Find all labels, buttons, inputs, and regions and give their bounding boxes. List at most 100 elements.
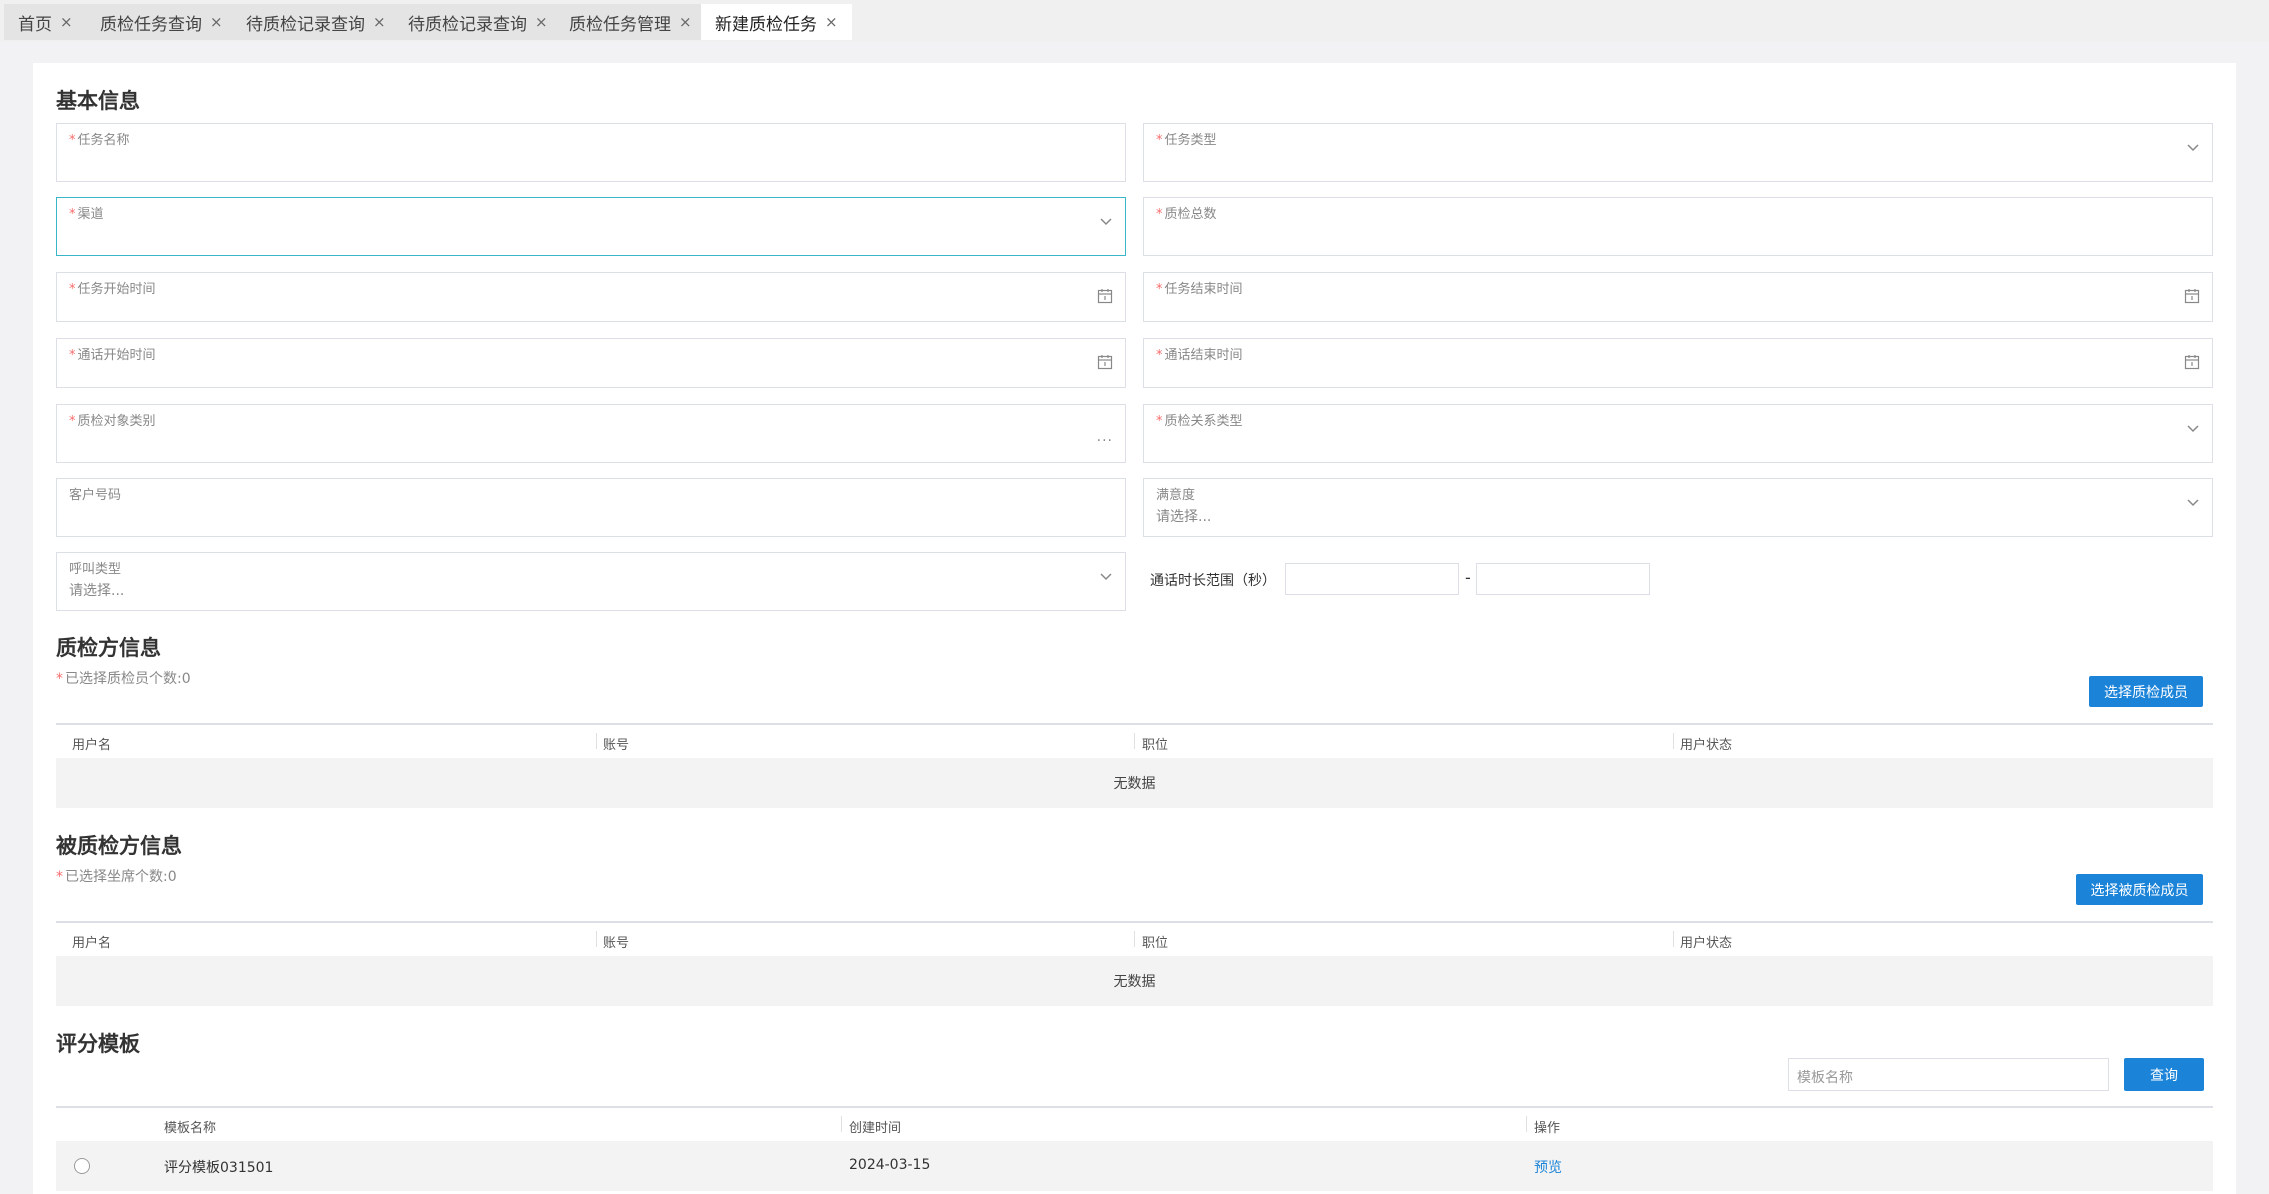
- chevron-down-icon: [2186, 420, 2200, 439]
- radio-icon[interactable]: [74, 1158, 90, 1174]
- tab-label: 首页: [18, 14, 52, 35]
- task-type-label: 任务类型: [1164, 133, 1217, 148]
- main-panel: 基本信息 * 任务名称 * 任务类型 * 渠道 * 质检总数 * 任务开始时间 * 任务结束…: [33, 63, 2236, 1194]
- more-icon[interactable]: ...: [1097, 429, 1113, 445]
- inspected-info-title: 被质检方信息: [56, 834, 182, 858]
- required-mark: *: [56, 671, 63, 687]
- required-mark: *: [1156, 282, 1163, 297]
- required-mark: *: [1156, 207, 1163, 222]
- call-type-placeholder: 请选择...: [69, 583, 125, 599]
- tab-pending-records-2[interactable]: 待质检记录查询 ×: [394, 4, 562, 40]
- object-type-label: 质检对象类别: [77, 414, 156, 429]
- call-end-date-field[interactable]: * 通话结束时间: [1143, 338, 2213, 388]
- tab-new-task[interactable]: 新建质检任务 ×: [701, 4, 852, 40]
- duration-min-input[interactable]: [1285, 563, 1459, 595]
- task-end-label: 任务结束时间: [1164, 282, 1243, 297]
- task-start-date-field[interactable]: * 任务开始时间: [56, 272, 1126, 322]
- chevron-down-icon: [1099, 213, 1113, 232]
- task-name-field[interactable]: * 任务名称: [56, 123, 1126, 182]
- required-mark: *: [1156, 414, 1163, 429]
- inspected-empty-row: 无数据: [56, 956, 2213, 1006]
- duration-max-input[interactable]: [1476, 563, 1650, 595]
- required-mark: *: [69, 348, 76, 363]
- close-icon[interactable]: ×: [210, 13, 223, 31]
- column-header: 用户状态: [1680, 738, 1733, 753]
- select-inspected-button[interactable]: 选择被质检成员: [2076, 874, 2203, 905]
- column-header: 用户状态: [1680, 936, 1733, 951]
- template-table-header: 模板名称 创建时间 操作: [56, 1106, 2213, 1139]
- object-type-field[interactable]: * 质检对象类别 ...: [56, 404, 1126, 463]
- relation-type-select[interactable]: * 质检关系类型: [1143, 404, 2213, 463]
- calendar-icon[interactable]: [2184, 354, 2200, 374]
- table-row[interactable]: 评分模板031501 2024-03-15 预览: [56, 1141, 2213, 1191]
- required-mark: *: [69, 414, 76, 429]
- preview-link[interactable]: 预览: [1534, 1157, 1562, 1177]
- close-icon[interactable]: ×: [825, 13, 838, 31]
- select-inspector-button[interactable]: 选择质检成员: [2089, 676, 2203, 707]
- column-header: 职位: [1142, 738, 1169, 753]
- call-type-select[interactable]: 呼叫类型 请选择...: [56, 552, 1126, 611]
- satisfaction-placeholder: 请选择...: [1156, 509, 1212, 525]
- relation-type-label: 质检关系类型: [1164, 414, 1243, 429]
- column-header: 操作: [1534, 1121, 1561, 1136]
- calendar-icon[interactable]: [2184, 288, 2200, 308]
- chevron-down-icon: [2186, 494, 2200, 513]
- required-mark: *: [56, 869, 63, 885]
- qc-total-label: 质检总数: [1164, 207, 1217, 222]
- template-search-placeholder: 模板名称: [1797, 1070, 1853, 1086]
- tab-task-management[interactable]: 质检任务管理 ×: [555, 4, 706, 40]
- calendar-icon[interactable]: [1097, 354, 1113, 374]
- inspected-table-header: 用户名 账号 职位 用户状态: [56, 921, 2213, 954]
- search-button[interactable]: 查询: [2124, 1058, 2204, 1091]
- tab-home[interactable]: 首页 ×: [4, 4, 87, 40]
- template-name-cell: 评分模板031501: [164, 1160, 274, 1176]
- close-icon[interactable]: ×: [679, 13, 692, 31]
- created-time-cell: 2024-03-15: [849, 1157, 931, 1173]
- task-end-date-field[interactable]: * 任务结束时间: [1143, 272, 2213, 322]
- customer-number-label: 客户号码: [69, 488, 122, 503]
- required-mark: *: [1156, 133, 1163, 148]
- tab-bar: 首页 × 质检任务查询 × 待质检记录查询 × 待质检记录查询 × 质检任务管理 × 新建…: [0, 0, 2269, 42]
- channel-label: 渠道: [77, 207, 104, 222]
- required-mark: *: [69, 207, 76, 222]
- close-icon[interactable]: ×: [60, 13, 73, 31]
- inspector-table-header: 用户名 账号 职位 用户状态: [56, 723, 2213, 756]
- satisfaction-select[interactable]: 满意度 请选择...: [1143, 478, 2213, 537]
- duration-range-label: 通话时长范围（秒）: [1150, 573, 1276, 589]
- basic-info-title: 基本信息: [56, 89, 140, 113]
- column-header: 账号: [603, 738, 630, 753]
- qc-total-field[interactable]: * 质检总数: [1143, 197, 2213, 256]
- inspector-empty-row: 无数据: [56, 758, 2213, 808]
- column-header: 用户名: [72, 738, 112, 753]
- tab-label: 待质检记录查询: [408, 14, 527, 35]
- template-search-input[interactable]: 模板名称: [1788, 1058, 2109, 1091]
- task-start-label: 任务开始时间: [77, 282, 156, 297]
- call-start-date-field[interactable]: * 通话开始时间: [56, 338, 1126, 388]
- required-mark: *: [1156, 348, 1163, 363]
- call-type-label: 呼叫类型: [69, 562, 122, 577]
- tab-label: 待质检记录查询: [246, 14, 365, 35]
- calendar-icon[interactable]: [1097, 288, 1113, 308]
- close-icon[interactable]: ×: [373, 13, 386, 31]
- task-type-select[interactable]: * 任务类型: [1143, 123, 2213, 182]
- required-mark: *: [69, 133, 76, 148]
- chevron-down-icon: [2186, 139, 2200, 158]
- call-start-label: 通话开始时间: [77, 348, 156, 363]
- tab-label: 新建质检任务: [715, 14, 817, 35]
- inspector-count: 已选择质检员个数:0: [65, 671, 191, 687]
- satisfaction-label: 满意度: [1156, 488, 1196, 503]
- inspector-info-title: 质检方信息: [56, 636, 161, 660]
- column-header: 用户名: [72, 936, 112, 951]
- column-header: 模板名称: [164, 1121, 217, 1136]
- column-header: 账号: [603, 936, 630, 951]
- close-icon[interactable]: ×: [535, 13, 548, 31]
- tab-pending-records-1[interactable]: 待质检记录查询 ×: [232, 4, 400, 40]
- task-name-label: 任务名称: [77, 133, 130, 148]
- required-mark: *: [69, 282, 76, 297]
- score-template-title: 评分模板: [56, 1032, 140, 1056]
- channel-select[interactable]: * 渠道: [56, 197, 1126, 256]
- customer-number-field[interactable]: 客户号码: [56, 478, 1126, 537]
- tab-label: 质检任务查询: [100, 14, 202, 35]
- tab-label: 质检任务管理: [569, 14, 671, 35]
- tab-task-query[interactable]: 质检任务查询 ×: [86, 4, 237, 40]
